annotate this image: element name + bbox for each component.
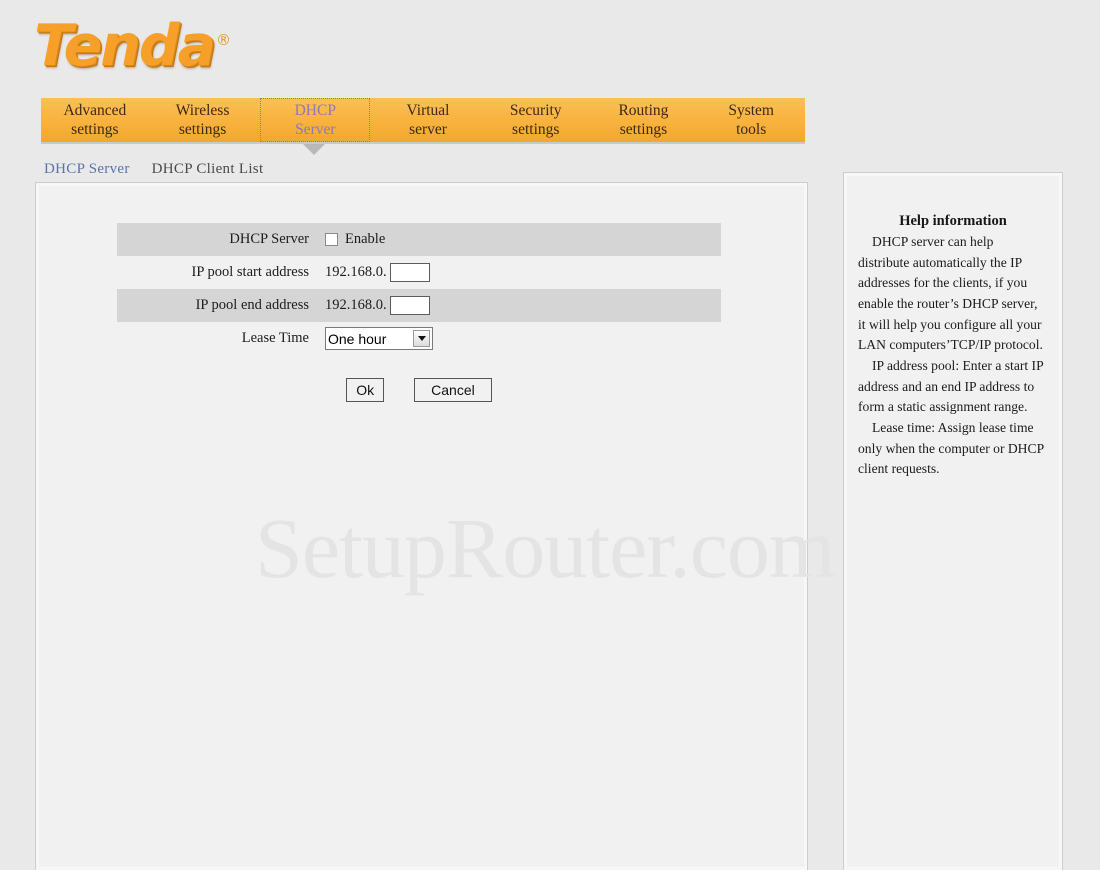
help-paragraph-lease-time: Lease time: Assign lease time only when … <box>858 419 1044 477</box>
dhcp-server-label: DHCP Server <box>229 231 309 247</box>
form-button-row: Ok Cancel <box>117 378 721 403</box>
nav-tab-label-line1: Routing <box>618 101 669 119</box>
main-navigation: Advanced settings Wireless settings DHCP… <box>41 97 805 144</box>
nav-tab-security-settings[interactable]: Security settings <box>482 99 590 142</box>
help-panel: Help information DHCP server can help di… <box>843 172 1063 870</box>
ip-pool-end-field: 192.168.0. <box>325 296 430 315</box>
ok-button[interactable]: Ok <box>346 378 385 403</box>
lease-time-label: Lease Time <box>241 330 309 346</box>
ip-pool-start-field: 192.168.0. <box>325 263 430 282</box>
form-row-ip-pool-start: IP pool start address 192.168.0. <box>117 256 721 289</box>
nav-tab-label-line2: settings <box>619 121 668 138</box>
nav-tab-label-line2: Server <box>295 121 336 138</box>
logo-area: Tenda ® <box>0 0 1100 96</box>
ip-pool-end-label: IP pool end address <box>195 297 309 313</box>
form-row-lease-time: Lease Time One hour <box>117 322 721 355</box>
nav-tab-virtual-server[interactable]: Virtual server <box>374 99 482 142</box>
brand-name: Tenda <box>34 13 216 79</box>
content-panel: DHCP Server Enable IP pool start address… <box>35 182 808 870</box>
help-paragraph-dhcp-server: DHCP server can help distribute automati… <box>858 234 1043 353</box>
nav-tab-label-line2: server <box>409 121 447 138</box>
sub-navigation: DHCP Server DHCP Client List <box>44 158 263 180</box>
nav-tab-wireless-settings[interactable]: Wireless settings <box>149 99 257 142</box>
ip-pool-end-input[interactable] <box>389 296 430 315</box>
nav-tab-label-line1: Virtual <box>406 101 450 119</box>
registered-trademark-icon: ® <box>216 31 232 49</box>
ip-pool-end-prefix: 192.168.0. <box>325 297 387 313</box>
nav-tab-routing-settings[interactable]: Routing settings <box>590 99 698 142</box>
nav-tab-system-tools[interactable]: System tools <box>697 99 805 142</box>
help-panel-title: Help information <box>899 213 1007 229</box>
nav-tab-advanced-settings[interactable]: Advanced settings <box>41 99 149 142</box>
lease-time-field: One hour <box>325 327 433 350</box>
ip-pool-start-input[interactable] <box>389 263 430 282</box>
nav-tab-label-line2: tools <box>736 121 767 138</box>
form-row-dhcp-server: DHCP Server Enable <box>117 223 721 256</box>
nav-tab-label-line1: Advanced <box>63 101 127 119</box>
cancel-button[interactable]: Cancel <box>414 378 492 403</box>
nav-tab-label-line2: settings <box>178 121 227 138</box>
lease-time-select-wrapper: One hour <box>325 327 433 350</box>
nav-tab-label-line1: Wireless <box>175 101 230 119</box>
active-tab-pointer-icon <box>303 144 325 155</box>
nav-tab-label-line2: settings <box>71 121 119 138</box>
help-paragraph-ip-address-pool: IP address pool: Enter a start IP addres… <box>858 357 1044 415</box>
lease-time-select[interactable]: One hour <box>325 327 433 350</box>
subnav-item-dhcp-server[interactable]: DHCP Server <box>44 161 130 178</box>
nav-tab-label-line1: Security <box>509 101 562 119</box>
dhcp-enable-label: Enable <box>345 231 386 247</box>
nav-tab-dhcp-server[interactable]: DHCP Server <box>260 97 371 143</box>
dhcp-enable-checkbox[interactable] <box>325 233 338 246</box>
dhcp-settings-form: DHCP Server Enable IP pool start address… <box>117 223 721 355</box>
ip-pool-start-label: IP pool start address <box>191 264 309 280</box>
form-row-ip-pool-end: IP pool end address 192.168.0. <box>117 289 721 322</box>
nav-tab-label-line1: System <box>728 101 774 119</box>
tenda-logo: Tenda ® <box>34 18 231 75</box>
subnav-item-dhcp-client-list[interactable]: DHCP Client List <box>152 161 264 178</box>
ip-pool-start-prefix: 192.168.0. <box>325 264 387 280</box>
dhcp-server-field: Enable <box>325 231 385 248</box>
nav-tab-label-line2: settings <box>512 121 560 138</box>
nav-tab-label-line1: DHCP <box>294 101 336 119</box>
